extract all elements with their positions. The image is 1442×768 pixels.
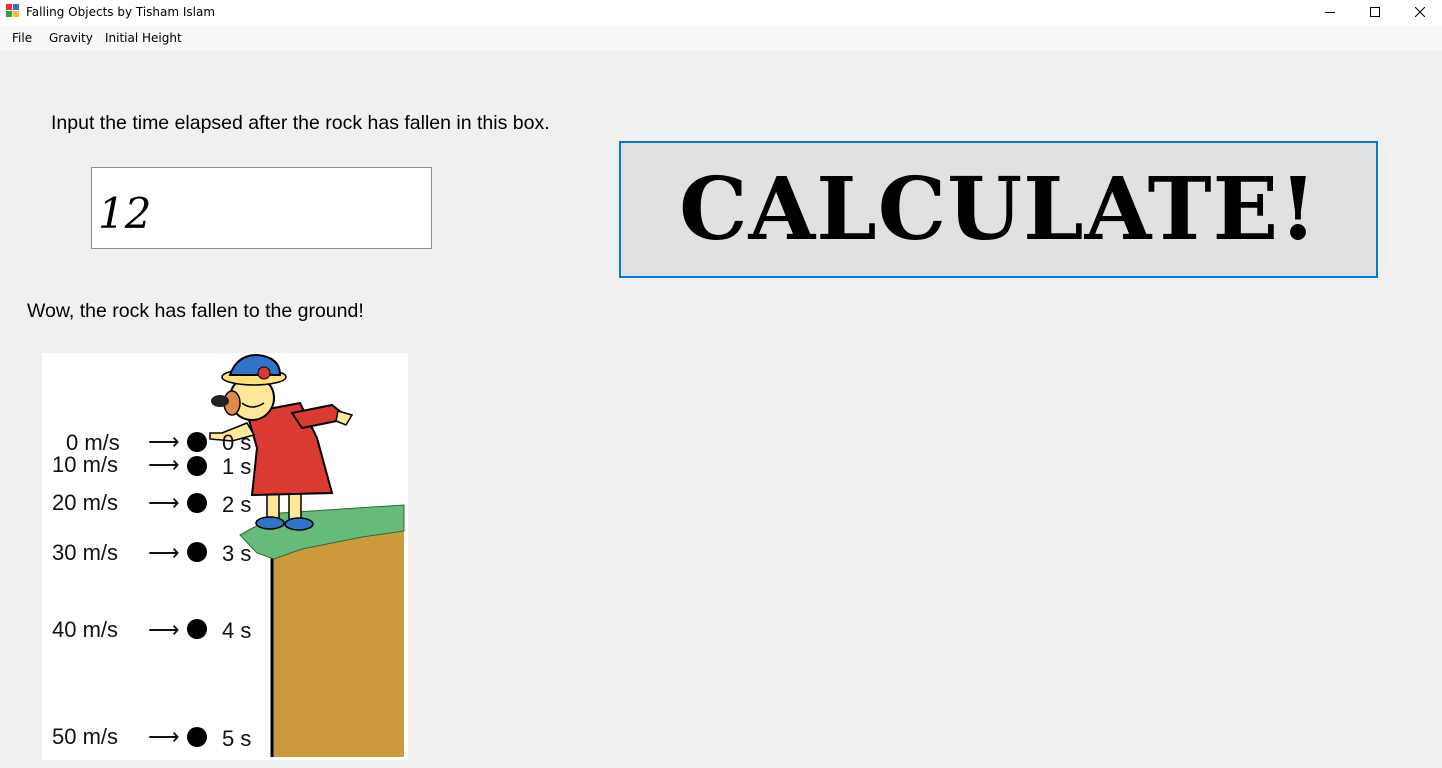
speed-label-3: 30 m/s [52,540,118,565]
maximize-icon [1370,7,1380,17]
speed-label-5: 50 m/s [52,724,118,749]
rock-ball-3 [187,542,207,562]
menu-file[interactable]: File [12,31,32,45]
illustration-graphic: 0 m/s ⟶ 0 s 10 m/s ⟶ 1 s 20 m/s ⟶ 2 s 30… [52,353,405,757]
time-label-0: 0 s [222,430,251,455]
arrow-0: ⟶ [148,429,180,454]
instruction-label: Input the time elapsed after the rock ha… [51,112,550,134]
arrow-3: ⟶ [148,540,180,565]
minimize-icon [1325,12,1335,13]
rock-ball-1 [187,456,207,476]
time-label-4: 4 s [222,618,251,643]
close-icon [1415,7,1425,17]
time-label-3: 3 s [222,541,251,566]
rock-ball-5 [187,727,207,747]
arrow-4: ⟶ [148,617,180,642]
menu-initial-height[interactable]: Initial Height [105,31,182,45]
speed-label-1: 10 m/s [52,452,118,477]
speed-time-labels: 0 m/s ⟶ 0 s 10 m/s ⟶ 1 s 20 m/s ⟶ 2 s 30… [52,429,251,751]
rock-ball-0 [187,432,207,452]
time-label-5: 5 s [222,726,251,751]
calculate-button[interactable]: CALCULATE! [619,141,1378,278]
window-title: Falling Objects by Tisham Islam [26,5,216,19]
cliff-dirt [272,528,404,757]
rock-ball-4 [187,619,207,639]
menu-bar: File Gravity Initial Height [0,26,1442,50]
speed-label-2: 20 m/s [52,490,118,515]
falling-rock-illustration: 0 m/s ⟶ 0 s 10 m/s ⟶ 1 s 20 m/s ⟶ 2 s 30… [42,353,408,760]
time-elapsed-input[interactable] [91,167,432,249]
close-button[interactable] [1397,0,1442,24]
arrow-1: ⟶ [148,452,180,477]
app-icon [6,4,19,17]
minimize-button[interactable] [1307,0,1353,24]
time-label-1: 1 s [222,454,251,479]
result-label: Wow, the rock has fallen to the ground! [27,300,364,322]
time-label-2: 2 s [222,492,251,517]
menu-gravity[interactable]: Gravity [49,31,93,45]
maximize-button[interactable] [1352,0,1398,24]
title-bar: Falling Objects by Tisham Islam [0,0,1442,26]
arrow-2: ⟶ [148,490,180,515]
rock-ball-2 [187,493,207,513]
speed-label-4: 40 m/s [52,617,118,642]
arrow-5: ⟶ [148,724,180,749]
